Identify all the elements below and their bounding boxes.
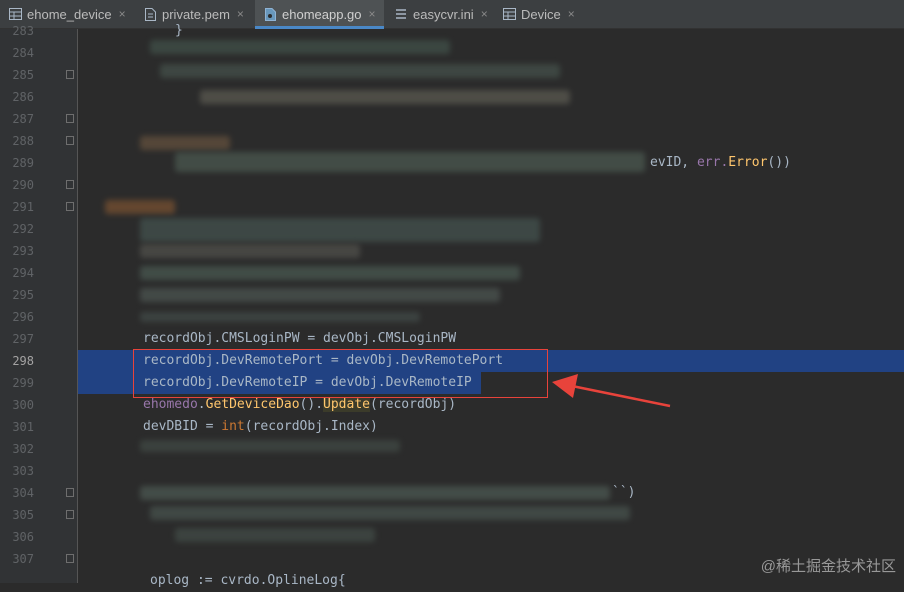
annotation-arrow bbox=[552, 374, 671, 408]
arrow-head bbox=[552, 374, 578, 398]
arrow-shaft bbox=[571, 384, 671, 408]
watermark: @稀土掘金技术社区 bbox=[760, 558, 896, 575]
